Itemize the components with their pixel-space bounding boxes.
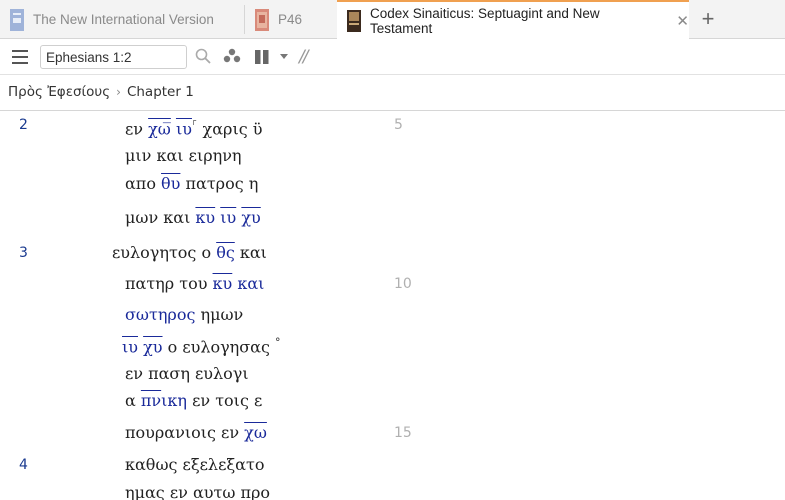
columns-layout-icon[interactable] — [255, 50, 269, 64]
hamburger-menu-icon[interactable] — [12, 50, 28, 64]
text-line: ημας εν αυτω προ — [125, 482, 270, 500]
word: εν τοις ε — [187, 391, 263, 410]
nomen-sacrum[interactable]: κυ — [195, 208, 215, 227]
tab-p46[interactable]: P46 — [255, 0, 335, 39]
tab-codex-sinaiticus[interactable]: Codex Sinaiticus: Septuagint and New Tes… — [337, 0, 689, 40]
reference-input[interactable] — [40, 45, 187, 69]
chevron-right-icon: › — [116, 85, 121, 99]
text-line: ευλογητος ο θς και — [112, 242, 267, 264]
word: α — [125, 391, 141, 410]
highlighted-word[interactable]: ικη — [161, 391, 187, 410]
book-cover-icon — [10, 8, 24, 31]
verse-number[interactable]: 4 — [19, 454, 28, 476]
word: ημων — [195, 305, 244, 324]
word: ο ευλογησας — [162, 337, 276, 357]
text-line: εν παση ευλογι — [125, 363, 249, 385]
text-line: πουρανιοις εν χω — [125, 422, 267, 444]
text-line: α πνικη εν τοις ε — [125, 390, 262, 412]
word: πουρανιοις εν — [125, 423, 245, 442]
text-line: μων και κυ ιυ χυ — [125, 207, 261, 229]
nomen-sacrum[interactable]: χω — [244, 423, 267, 442]
word: χαρις ϋ — [197, 119, 263, 139]
line-number: 10 — [394, 276, 412, 292]
breadcrumb-book[interactable]: Πρὸς Ἐφεσίους — [8, 84, 110, 100]
breadcrumb-chapter[interactable]: Chapter 1 — [127, 84, 194, 100]
word: εν παση ευλογι — [125, 364, 249, 383]
verse-number[interactable]: 3 — [19, 242, 28, 264]
codex-cover-icon — [347, 10, 361, 32]
toolbar: // — [0, 39, 785, 75]
word: μιν και ειρηνη — [125, 146, 242, 165]
nomen-sacrum[interactable]: ιυ — [220, 208, 236, 227]
text-line: απο θυ πατρος η — [125, 173, 258, 195]
text-line: καθως εξελεξατο — [125, 454, 264, 476]
word: απο — [125, 174, 162, 193]
manuscript-cover-icon — [255, 8, 269, 31]
people-icon[interactable] — [223, 48, 241, 64]
text-line: σωτηρος ημων — [125, 304, 243, 326]
chevron-down-icon[interactable] — [280, 54, 288, 59]
word: καθως εξελεξατο — [125, 455, 265, 474]
word: μων και — [125, 208, 196, 227]
text-line: πατηρ του κυ και — [125, 273, 264, 295]
add-tab-button[interactable]: + — [697, 6, 719, 32]
tab-label: P46 — [278, 12, 303, 27]
parallel-resources-icon[interactable]: // — [299, 47, 309, 67]
text-line: ιυ χυ ο ευλογησας ° — [122, 332, 281, 357]
text-line: εν χω̅ ιυ⸀ χαρις ϋ — [125, 114, 263, 139]
tab-label: Codex Sinaiticus: Septuagint and New Tes… — [370, 6, 600, 36]
nomen-sacrum[interactable]: χω̅ — [148, 119, 171, 138]
highlighted-word[interactable]: και — [232, 274, 264, 293]
word: ευλογητος ο — [112, 243, 217, 262]
word: πατηρ του — [125, 274, 213, 293]
tab-bar: The New International Version P46 Codex … — [0, 0, 785, 40]
tab-label: The New International Version — [33, 12, 214, 27]
word: πατρος η — [180, 174, 259, 193]
variant-mark[interactable]: ° — [275, 336, 281, 349]
line-number: 5 — [394, 117, 403, 133]
nomen-sacrum[interactable]: ιυ — [122, 337, 138, 356]
close-tab-icon[interactable]: ✕ — [676, 12, 689, 30]
nomen-sacrum[interactable]: θυ — [161, 174, 180, 193]
nomen-sacrum[interactable]: χυ — [241, 208, 260, 227]
search-icon[interactable] — [195, 48, 211, 64]
word: ημας εν αυτω προ — [125, 483, 271, 500]
tab-niv[interactable]: The New International Version — [10, 0, 243, 39]
nomen-sacrum[interactable]: κυ — [213, 274, 233, 293]
tab-divider — [244, 5, 245, 34]
nomen-sacrum[interactable]: χυ — [143, 337, 162, 356]
word: εν — [125, 119, 149, 139]
highlighted-word[interactable]: σωτηρος — [125, 305, 195, 324]
text-line: μιν και ειρηνη — [125, 145, 242, 167]
word: και — [234, 243, 267, 262]
breadcrumb: Πρὸς Ἐφεσίους › Chapter 1 — [8, 84, 194, 100]
nomen-sacrum[interactable]: πν — [141, 391, 161, 410]
line-number: 15 — [394, 425, 412, 441]
manuscript-text-pane: 2 3 4 5 10 15 εν χω̅ ιυ⸀ χαρις ϋ μιν και… — [0, 111, 785, 500]
verse-number[interactable]: 2 — [19, 114, 28, 136]
nomen-sacrum[interactable]: ιυ — [176, 119, 192, 138]
nomen-sacrum[interactable]: θς — [216, 243, 235, 262]
